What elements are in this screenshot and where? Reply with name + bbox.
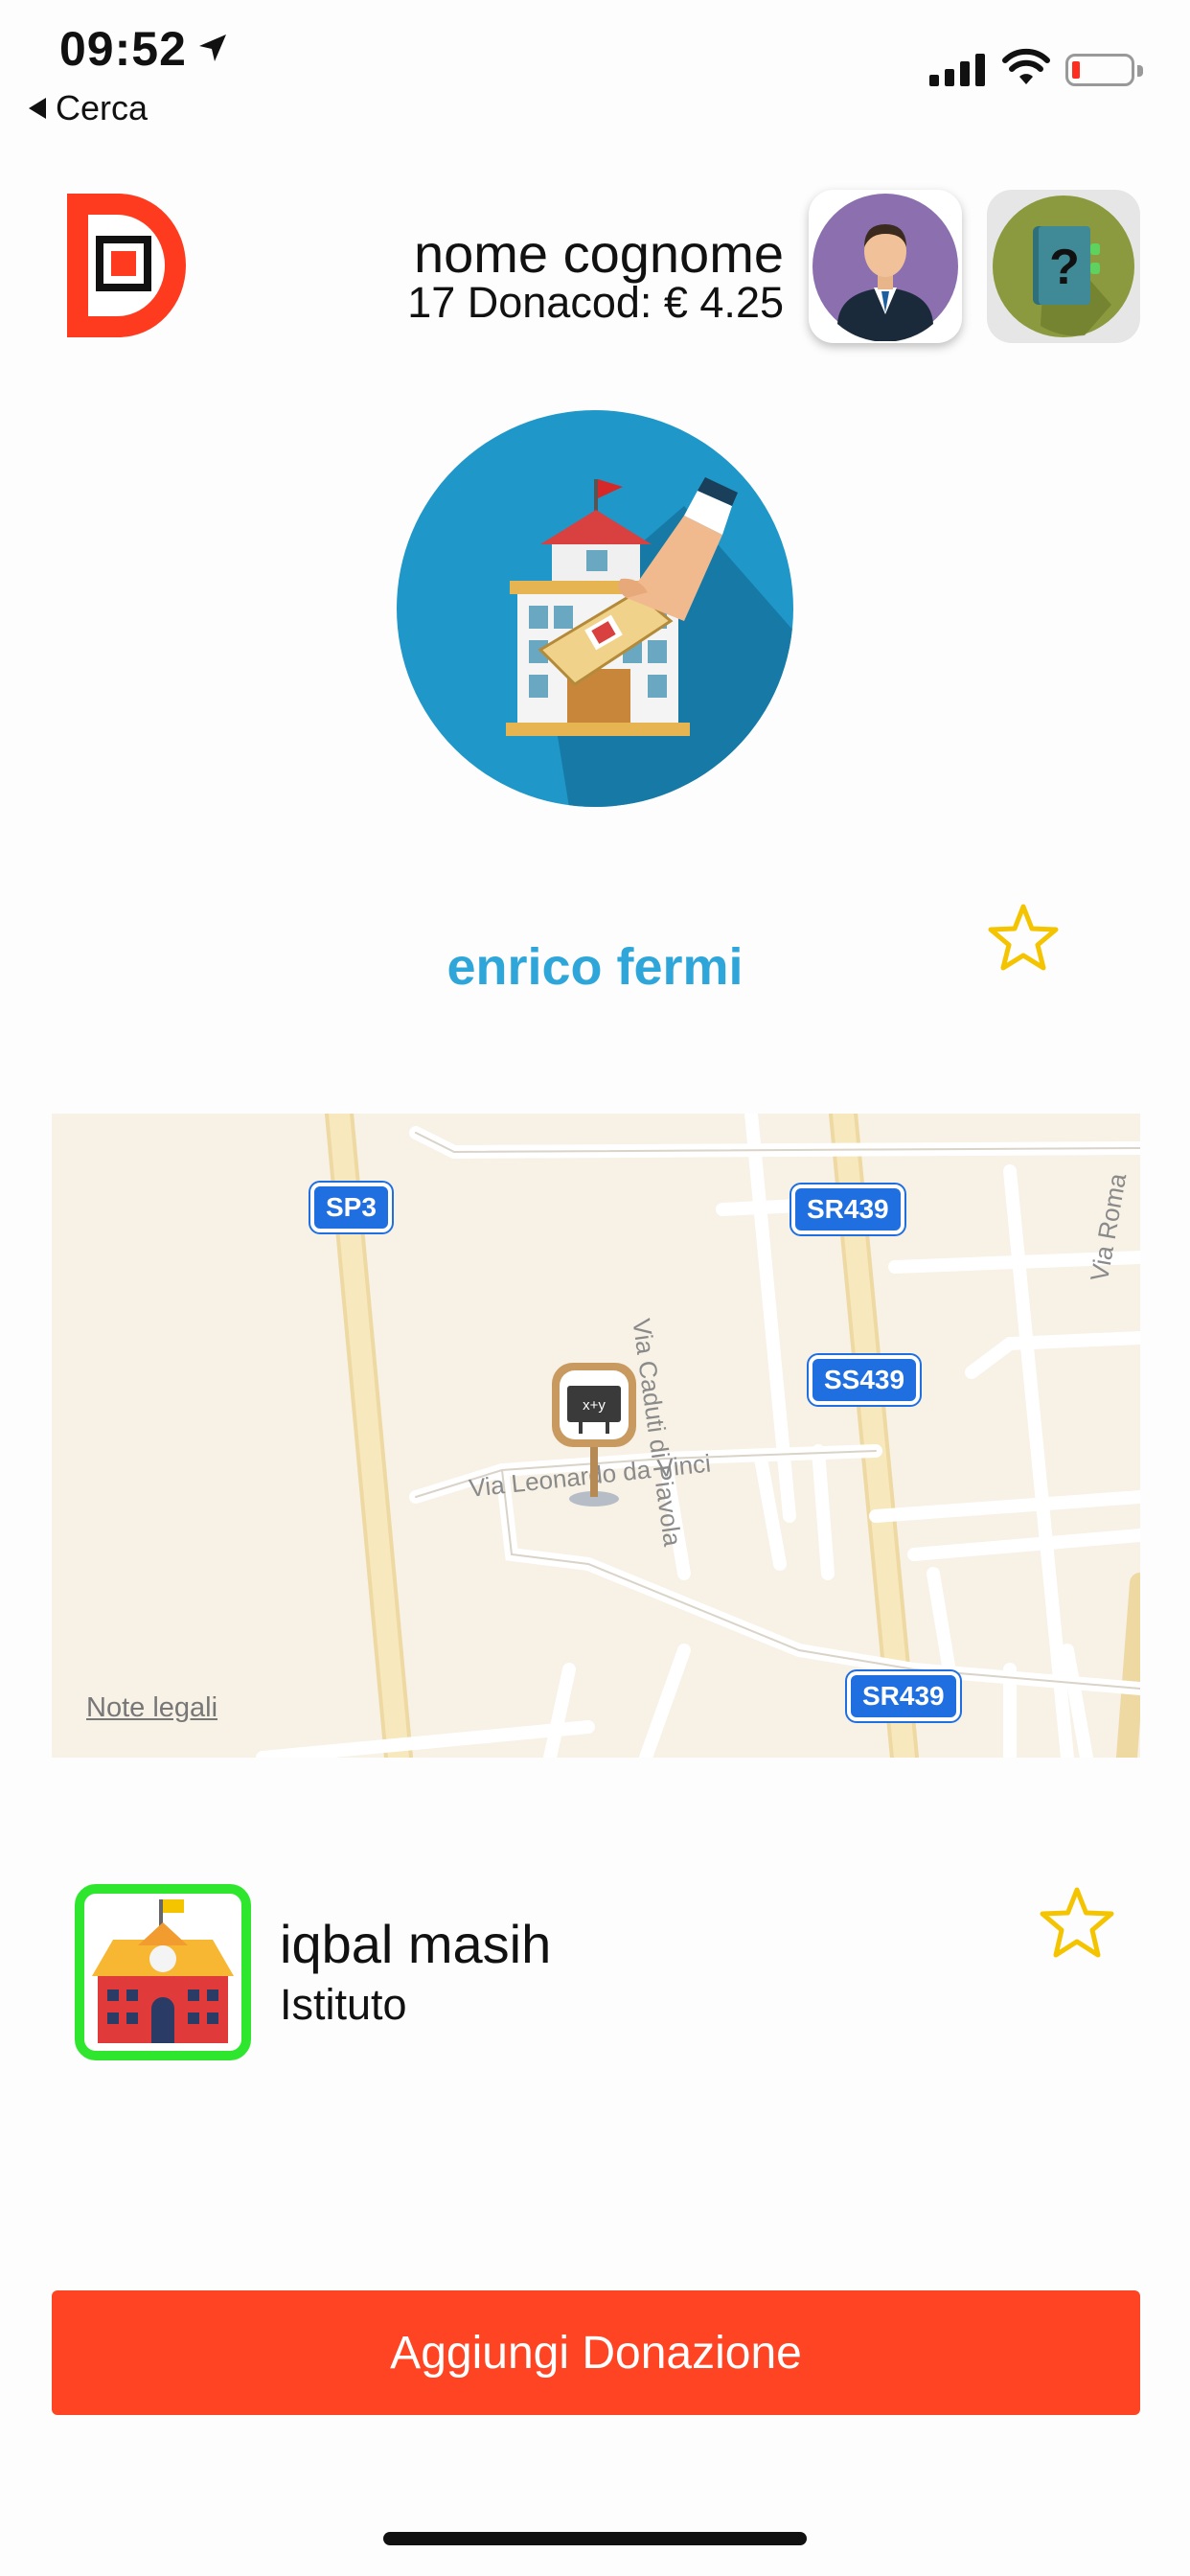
location-map[interactable]: SP3 SR439 SS439 SR439 Via Caduti di Piav… [52, 1114, 1140, 1758]
map-legal-link[interactable]: Note legali [86, 1692, 217, 1724]
road-shield-sr439-bottom: SR439 [847, 1671, 960, 1721]
school-building-icon [92, 1899, 234, 2043]
user-name: nome cognome [413, 223, 784, 284]
back-to-search-link[interactable]: Cerca [29, 88, 148, 128]
add-donation-button[interactable]: Aggiungi Donazione [52, 2290, 1140, 2415]
profile-button[interactable] [809, 190, 962, 343]
favorite-star-icon[interactable] [987, 903, 1060, 972]
person-avatar-icon [812, 194, 958, 341]
location-arrow-icon [199, 34, 226, 61]
item-type: Istituto [280, 1980, 407, 2029]
cellular-signal-icon [929, 54, 985, 86]
home-indicator[interactable] [383, 2532, 807, 2545]
donacod-logo [67, 194, 186, 337]
school-donation-icon [397, 410, 793, 807]
wifi-icon [1002, 48, 1050, 84]
road-shield-sr439-top: SR439 [791, 1184, 904, 1234]
svg-text:x+y: x+y [583, 1397, 606, 1414]
road-shield-sp3: SP3 [310, 1183, 392, 1232]
help-button[interactable]: ? [987, 190, 1140, 343]
item-name: iqbal masih [280, 1914, 552, 1974]
road-shield-ss439: SS439 [809, 1355, 921, 1405]
status-time: 09:52 [59, 22, 187, 76]
list-item[interactable]: iqbal masih Istituto [75, 1884, 1138, 2062]
user-balance: 17 Donacod: € 4.25 [407, 278, 784, 327]
back-label: Cerca [56, 88, 149, 127]
school-map-pin-icon[interactable]: x+y [546, 1359, 642, 1512]
battery-icon [1065, 54, 1143, 86]
back-arrow-icon [29, 98, 46, 119]
svg-text:?: ? [1049, 240, 1080, 295]
help-book-icon: ? [993, 196, 1134, 337]
favorite-star-icon[interactable] [1039, 1886, 1115, 1959]
item-thumbnail [75, 1884, 251, 2060]
